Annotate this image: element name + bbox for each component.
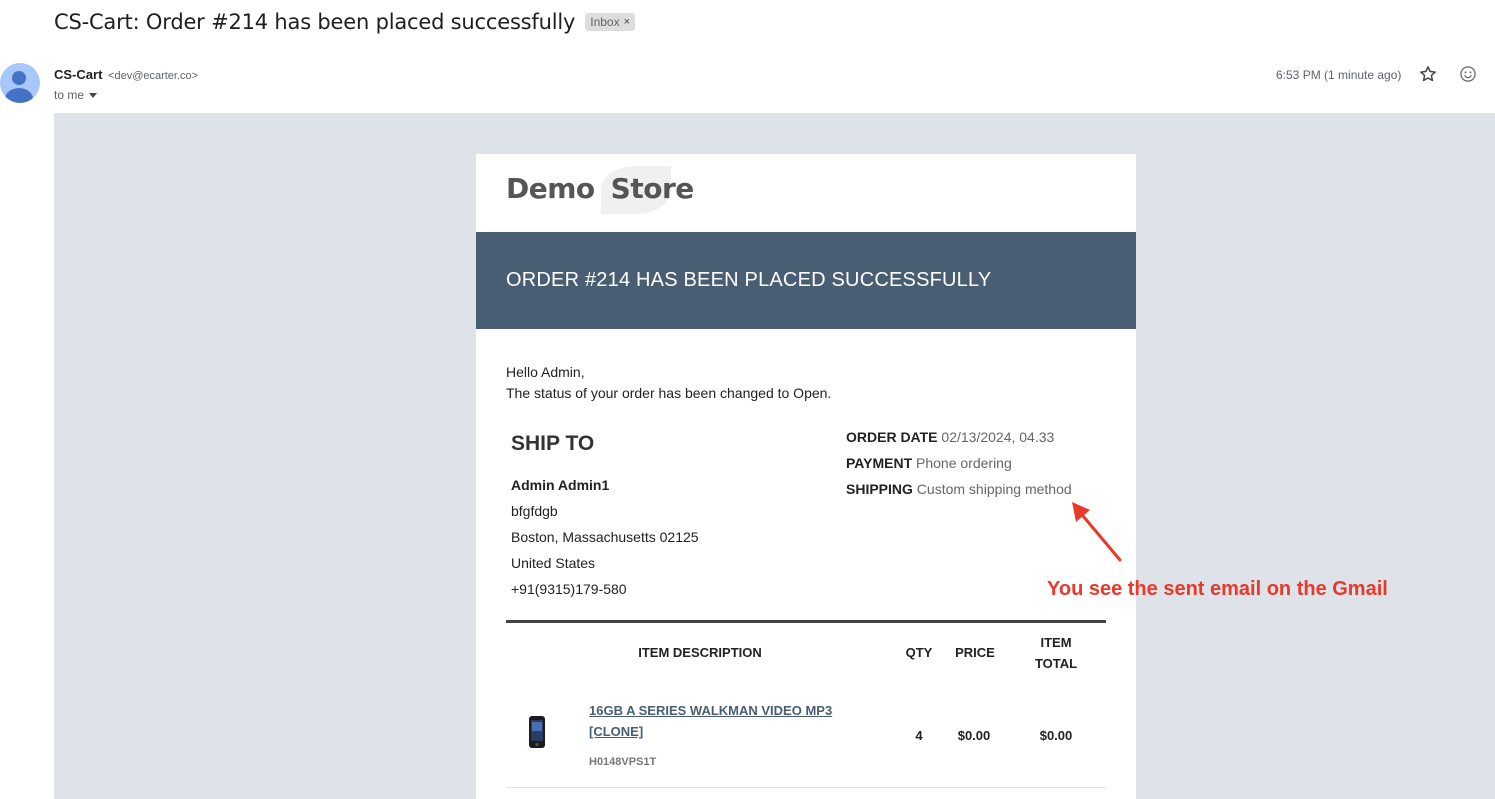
payment-value: Phone ordering bbox=[916, 455, 1012, 471]
shipping-label: SHIPPING bbox=[846, 481, 913, 497]
annotation-text: You see the sent email on the Gmail bbox=[1047, 578, 1388, 600]
address-country: United States bbox=[511, 555, 596, 571]
address-line-1: bfgfdgb bbox=[511, 503, 558, 519]
product-total: $0.00 bbox=[1039, 728, 1073, 743]
avatar-head-icon bbox=[12, 71, 26, 85]
product-link[interactable]: 16GB A SERIES WALKMAN VIDEO MP3 [CLONE] bbox=[589, 700, 869, 742]
header-item-total-line2: TOTAL bbox=[1034, 656, 1078, 671]
header-qty: QTY bbox=[905, 645, 933, 660]
order-date-row: ORDER DATE 02/13/2024, 04.33 bbox=[846, 428, 1072, 454]
logo-word-store: Store bbox=[610, 171, 695, 205]
product-sku: H0148VPS1T bbox=[589, 756, 657, 768]
banner-title: ORDER #214 HAS BEEN PLACED SUCCESSFULLY bbox=[506, 269, 992, 291]
header-item-total: ITEM TOTAL bbox=[1026, 632, 1086, 674]
product-qty: 4 bbox=[915, 728, 923, 743]
store-logo[interactable]: Demo Store bbox=[506, 165, 695, 214]
status-line: The status of your order has been change… bbox=[506, 385, 832, 401]
table-top-rule bbox=[506, 620, 1106, 623]
subject-row: CS-Cart: Order #214 has been placed succ… bbox=[54, 10, 636, 34]
greeting: Hello Admin, The status of your order ha… bbox=[506, 362, 831, 404]
sender-avatar[interactable] bbox=[0, 63, 40, 103]
ship-to-heading: SHIP TO bbox=[511, 432, 595, 455]
product-thumbnail-phone-icon[interactable] bbox=[528, 715, 546, 749]
logo-store-wrap: Store bbox=[600, 165, 695, 214]
sender-name[interactable]: CS-Cart bbox=[54, 67, 102, 82]
recipient-text: to me bbox=[54, 88, 85, 102]
star-icon[interactable] bbox=[1418, 64, 1438, 84]
logo-word-demo: Demo bbox=[506, 171, 595, 205]
header-item-total-line1: ITEM bbox=[1040, 635, 1072, 650]
order-banner: ORDER #214 HAS BEEN PLACED SUCCESSFULLY bbox=[476, 232, 1136, 329]
sender-email: <dev@ecarter.co> bbox=[108, 70, 199, 82]
shipping-address: Admin Admin1 bfgfdgb Boston, Massachuset… bbox=[511, 476, 699, 606]
greeting-line: Hello Admin, bbox=[506, 364, 585, 380]
product-name-line2: [CLONE] bbox=[589, 724, 644, 739]
order-date-label: ORDER DATE bbox=[846, 429, 938, 445]
order-meta: ORDER DATE 02/13/2024, 04.33 PAYMENT Pho… bbox=[846, 428, 1072, 506]
avatar-body-icon bbox=[5, 88, 33, 103]
payment-label: PAYMENT bbox=[846, 455, 913, 471]
inbox-label-chip[interactable]: Inbox × bbox=[585, 13, 636, 31]
row-divider bbox=[506, 787, 1106, 788]
chevron-down-icon[interactable] bbox=[89, 92, 98, 98]
shipping-value: Custom shipping method bbox=[916, 481, 1072, 497]
recipient-details-toggle[interactable]: to me bbox=[54, 88, 98, 102]
header-item-description: ITEM DESCRIPTION bbox=[638, 645, 762, 660]
product-name-line1: 16GB A SERIES WALKMAN VIDEO MP3 bbox=[589, 703, 833, 718]
annotation-arrow-icon bbox=[1072, 502, 1122, 562]
email-subject: CS-Cart: Order #214 has been placed succ… bbox=[54, 10, 576, 34]
emoji-reaction-icon[interactable] bbox=[1458, 64, 1478, 84]
address-phone: +91(9315)179-580 bbox=[511, 581, 627, 597]
message-timestamp: 6:53 PM (1 minute ago) bbox=[1276, 68, 1402, 82]
sender-info: CS-Cart <dev@ecarter.co> bbox=[54, 67, 198, 82]
order-date-value: 02/13/2024, 04.33 bbox=[941, 429, 1055, 445]
remove-label-icon[interactable]: × bbox=[624, 16, 630, 28]
payment-row: PAYMENT Phone ordering bbox=[846, 454, 1072, 480]
header-price: PRICE bbox=[955, 645, 995, 660]
address-line-2: Boston, Massachusetts 02125 bbox=[511, 529, 699, 545]
product-price: $0.00 bbox=[957, 728, 991, 743]
gmail-message-view: CS-Cart: Order #214 has been placed succ… bbox=[0, 0, 1495, 799]
shipping-row: SHIPPING Custom shipping method bbox=[846, 480, 1072, 506]
recipient-name: Admin Admin1 bbox=[511, 477, 610, 493]
inbox-label-text: Inbox bbox=[590, 15, 620, 29]
order-email-card: Demo Store ORDER #214 HAS BEEN PLACED SU… bbox=[476, 154, 1136, 799]
